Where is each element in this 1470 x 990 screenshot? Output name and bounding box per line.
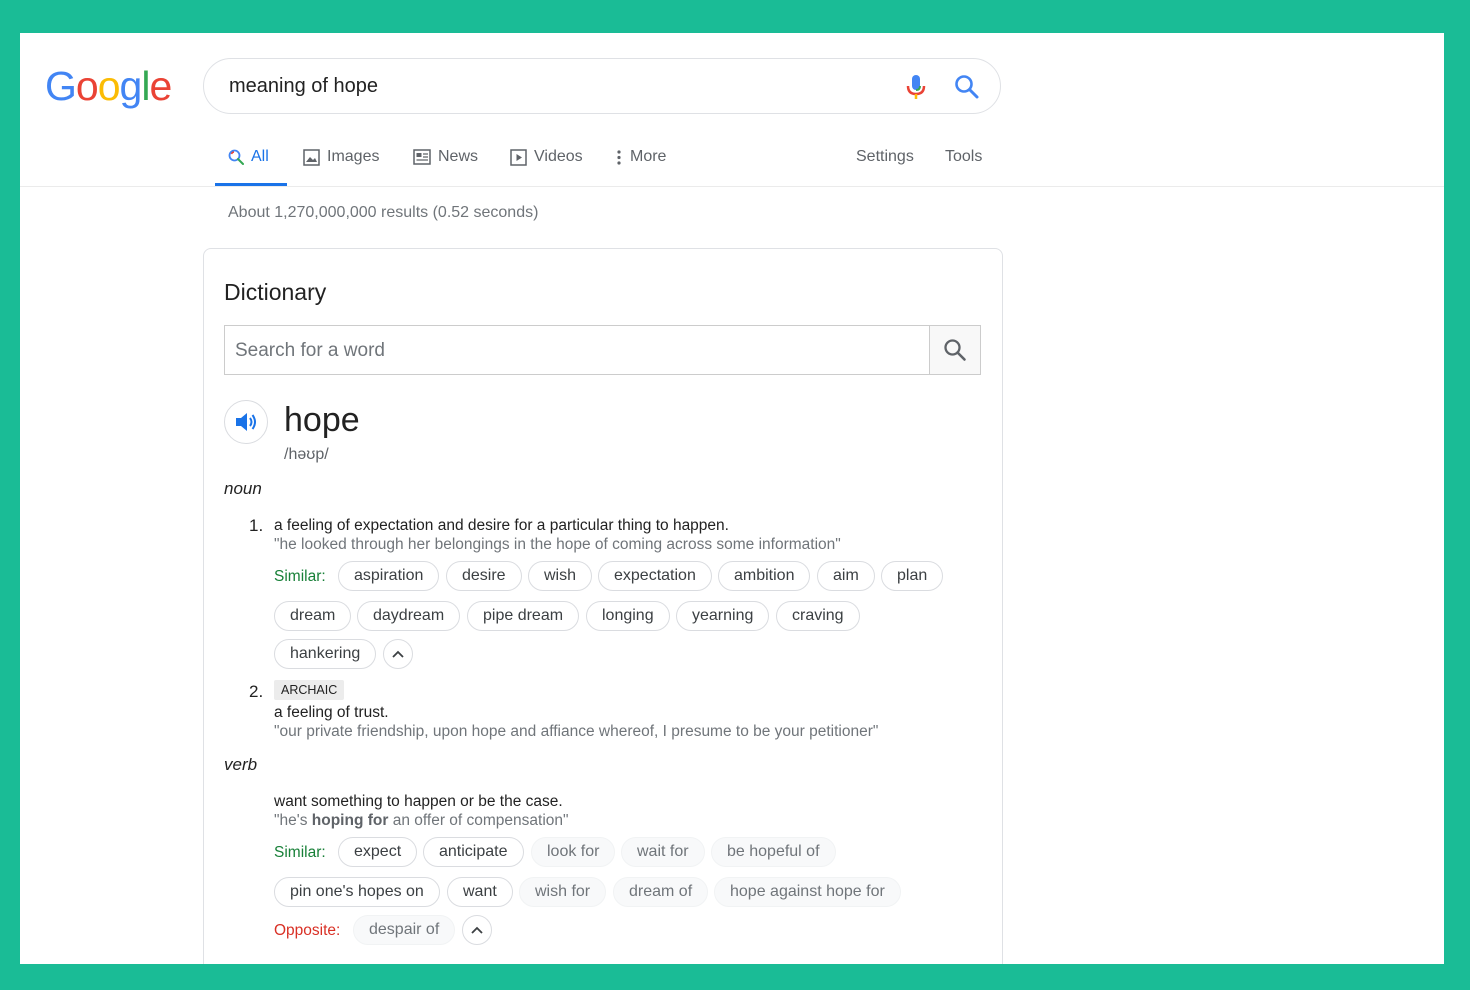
similar-label: Similar: [274, 844, 326, 861]
tab-label: All [251, 148, 269, 165]
chevron-up-icon [471, 926, 483, 934]
tools-link[interactable]: Tools [945, 148, 982, 166]
synonym-chip[interactable]: daydream [357, 601, 461, 631]
synonym-chip[interactable]: dream of [613, 877, 709, 907]
definition: a feeling of expectation and desire for … [274, 517, 729, 534]
image-icon [303, 148, 320, 166]
definition: a feeling of trust. [274, 704, 389, 721]
example-text: "he's [274, 812, 312, 829]
synonym-chip[interactable]: want [447, 877, 513, 907]
sense-number: 1. [249, 516, 264, 535]
logo-letter: g [119, 63, 143, 109]
synonym-chip[interactable]: craving [776, 601, 860, 631]
tab-label: News [438, 148, 479, 165]
synonym-chip[interactable]: ambition [718, 561, 811, 591]
archaic-label-wrap: ARCHAIC [274, 680, 345, 700]
search-results-page: Google meaning of hope All Images News V… [20, 33, 1444, 964]
synonym-chip[interactable]: expectation [598, 561, 712, 591]
tab-more[interactable]: More [615, 148, 666, 166]
example: "he looked through her belongings in the… [274, 536, 841, 553]
synonym-chip[interactable]: expect [338, 837, 418, 867]
synonym-chip[interactable]: plan [881, 561, 944, 591]
google-logo[interactable]: Google [45, 63, 172, 110]
search-box[interactable]: meaning of hope [203, 58, 1001, 114]
synonym-chip[interactable]: hankering [274, 639, 377, 669]
synonym-chip[interactable]: longing [586, 601, 670, 631]
logo-letter: o [97, 63, 121, 109]
play-icon [510, 148, 527, 166]
search-input[interactable]: meaning of hope [229, 75, 378, 98]
tab-news[interactable]: News [413, 148, 478, 166]
chevron-up-icon [392, 650, 404, 658]
dictionary-title: Dictionary [224, 279, 327, 305]
synonym-chip[interactable]: look for [531, 837, 616, 867]
word-search-input[interactable]: Search for a word [235, 340, 385, 362]
search-icon [944, 339, 966, 361]
news-icon [413, 149, 431, 165]
example: "our private friendship, upon hope and a… [274, 723, 879, 740]
synonym-chip[interactable]: wish [528, 561, 593, 591]
synonym-chip[interactable]: pin one's hopes on [274, 877, 440, 907]
synonym-chip[interactable]: hope against hope for [714, 877, 901, 907]
search-icon[interactable] [954, 74, 980, 105]
example-text: an offer of compensation" [388, 812, 569, 829]
pronunciation-button[interactable] [224, 400, 268, 444]
phonetic: /həʊp/ [284, 446, 329, 463]
speaker-icon [236, 413, 256, 431]
synonym-chip[interactable]: anticipate [423, 837, 524, 867]
tab-label: Videos [534, 148, 583, 165]
synonym-chip[interactable]: yearning [676, 601, 770, 631]
logo-letter: G [45, 63, 77, 109]
synonym-chip[interactable]: pipe dream [467, 601, 580, 631]
example-emphasis: hoping for [311, 812, 389, 829]
collapse-synonyms-button[interactable] [462, 915, 492, 945]
similar-label: Similar: [274, 568, 326, 585]
synonym-chip[interactable]: desire [446, 561, 522, 591]
dictionary-card: Dictionary Search for a word hope /həʊp/… [203, 248, 1003, 964]
collapse-synonyms-button[interactable] [383, 639, 413, 669]
search-icon [228, 149, 244, 165]
archaic-label: ARCHAIC [274, 680, 345, 700]
word-search-button[interactable] [929, 326, 980, 374]
tab-label: More [630, 148, 667, 165]
part-of-speech-noun: noun [224, 479, 262, 498]
tab-label: Images [327, 148, 380, 165]
logo-letter: o [75, 63, 99, 109]
synonym-chip[interactable]: wait for [621, 837, 705, 867]
definition: want something to happen or be the case. [274, 793, 563, 810]
opposite-label: Opposite: [274, 922, 341, 939]
more-vert-icon [617, 149, 621, 165]
synonym-chip[interactable]: wish for [519, 877, 607, 907]
settings-link[interactable]: Settings [856, 148, 914, 166]
synonym-chip[interactable]: aspiration [338, 561, 440, 591]
word-search-box[interactable]: Search for a word [224, 325, 981, 375]
tab-images[interactable]: Images [303, 148, 379, 166]
logo-letter: l [141, 63, 150, 109]
synonym-chip[interactable]: dream [274, 601, 352, 631]
tab-all[interactable]: All [228, 148, 269, 166]
results-stats: About 1,270,000,000 results (0.52 second… [228, 204, 539, 221]
headword: hope [284, 401, 360, 439]
antonym-chip[interactable]: despair of [353, 915, 456, 945]
header-divider [20, 186, 1444, 187]
microphone-icon[interactable] [904, 73, 928, 106]
tab-videos[interactable]: Videos [510, 148, 583, 166]
part-of-speech-verb: verb [224, 755, 258, 774]
sense-number: 2. [249, 682, 264, 701]
synonym-chip[interactable]: be hopeful of [711, 837, 836, 867]
example: "he's hoping for an offer of compensatio… [274, 812, 569, 830]
logo-letter: e [149, 63, 172, 109]
synonym-chip[interactable]: aim [817, 561, 875, 591]
